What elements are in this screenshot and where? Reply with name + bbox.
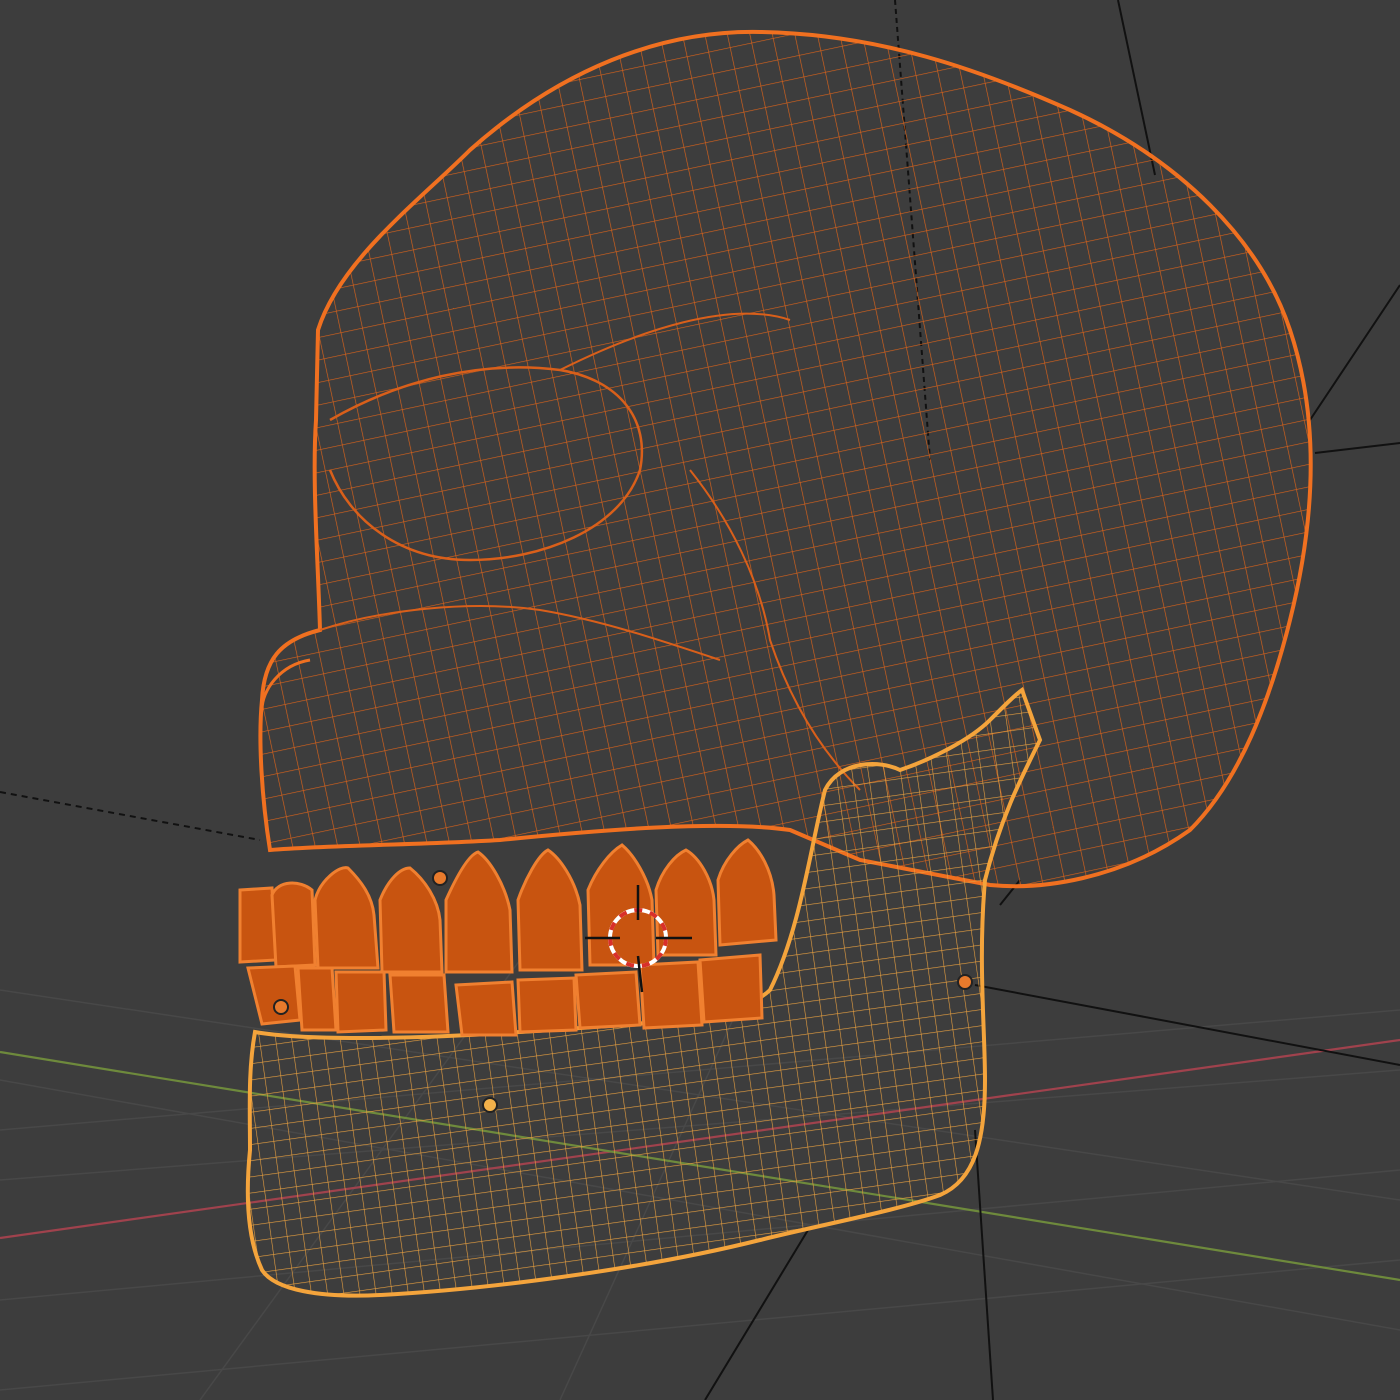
3d-viewport[interactable] [0,0,1400,1400]
active-origin-dot [482,1097,498,1113]
origin-dot [432,870,448,886]
origin-dot [273,999,289,1015]
origin-dot [957,974,973,990]
